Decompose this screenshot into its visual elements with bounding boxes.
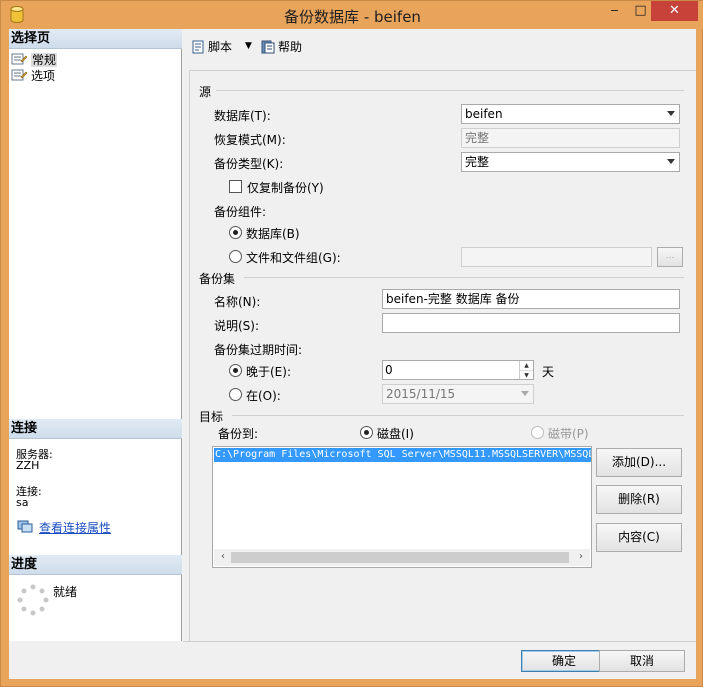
backup-to-disk-label: 磁盘(I) — [377, 427, 414, 441]
backup-set-group-divider — [244, 277, 684, 278]
component-files-radio[interactable] — [229, 250, 242, 263]
backup-name-field[interactable]: beifen-完整 数据库 备份 — [382, 289, 680, 309]
database-value: beifen — [465, 107, 503, 121]
copy-only-label: 仅复制备份(Y) — [247, 181, 324, 195]
component-files-label: 文件和文件组(G): — [246, 251, 341, 265]
help-button[interactable]: 帮助 — [261, 38, 302, 55]
close-button[interactable]: ✕ — [651, 1, 698, 21]
horizontal-scrollbar[interactable]: ‹ › — [214, 549, 590, 566]
calendar-dropdown-icon — [519, 389, 531, 399]
recovery-model-label: 恢复模式(M): — [214, 133, 286, 147]
page-item-general[interactable]: 常规 — [11, 52, 58, 68]
scroll-left-icon[interactable]: ‹ — [216, 551, 230, 562]
backup-to-label: 备份到: — [218, 427, 259, 441]
script-label: 脚本 — [208, 40, 233, 54]
stepper-up-icon[interactable]: ▲ — [519, 361, 533, 370]
expire-label: 备份集过期时间: — [214, 343, 303, 357]
expire-date-picker: 2015/11/15 — [382, 384, 534, 404]
expire-days-value: 0 — [385, 363, 393, 377]
general-page-panel: 源 数据库(T): beifen 恢复模式(M): 完整 备份类型(K): 完整… — [189, 70, 696, 641]
destination-group-title: 目标 — [199, 410, 224, 424]
component-database-label: 数据库(B) — [246, 227, 300, 241]
view-connection-properties-link[interactable]: 查看连接属性 — [39, 519, 111, 536]
database-select[interactable]: beifen — [461, 104, 680, 124]
scrollbar-thumb[interactable] — [231, 552, 569, 563]
filegroups-browse-button[interactable]: ... — [657, 247, 683, 267]
script-dropdown-arrow[interactable]: ▼ — [245, 41, 252, 51]
page-item-label: 选项 — [31, 69, 56, 83]
chevron-down-icon — [665, 157, 677, 167]
toolbar: 脚本 ▼ 帮助 — [183, 29, 696, 63]
recovery-model-field: 完整 — [461, 128, 680, 148]
backup-to-tape-label: 磁带(P) — [548, 427, 589, 441]
script-button[interactable]: 脚本 — [191, 38, 232, 55]
ok-button[interactable]: 确定 — [521, 650, 607, 672]
backup-set-group-title: 备份集 — [199, 272, 236, 286]
chevron-down-icon — [665, 109, 677, 119]
progress-spinner-icon — [17, 584, 49, 616]
expire-on-label: 在(O): — [246, 389, 281, 403]
page-item-options[interactable]: 选项 — [11, 68, 55, 84]
title-bar[interactable]: 备份数据库 - beifen ‒ □ ✕ — [1, 1, 703, 29]
connection-value: sa — [16, 496, 29, 509]
cancel-button[interactable]: 取消 — [599, 650, 685, 672]
expire-days-stepper[interactable]: 0 ▲ ▼ — [382, 360, 534, 380]
expire-days-unit: 天 — [542, 365, 555, 379]
page-item-label: 常规 — [31, 53, 58, 67]
progress-header: 进度 — [9, 555, 182, 575]
expire-on-radio[interactable] — [229, 388, 242, 401]
backup-to-tape-radio — [531, 426, 544, 439]
script-icon — [192, 40, 204, 54]
dialog-client: 选择页 常规 选项 连接 服务器: ZZH 连接: sa 查看连接属性 进度 就… — [9, 29, 696, 679]
add-destination-button[interactable]: 添加(D)... — [596, 448, 682, 477]
expire-date-value: 2015/11/15 — [386, 387, 456, 401]
description-field[interactable] — [382, 313, 680, 333]
footer-divider — [183, 641, 696, 642]
copy-only-checkbox[interactable] — [229, 180, 242, 193]
backup-component-label: 备份组件: — [214, 205, 267, 219]
connection-properties-icon — [17, 520, 33, 533]
contents-button[interactable]: 内容(C) — [596, 523, 682, 552]
backup-name-label: 名称(N): — [214, 295, 261, 309]
source-group-divider — [216, 90, 684, 91]
destination-group-divider — [232, 415, 684, 416]
maximize-button[interactable]: □ — [627, 1, 654, 21]
component-database-radio[interactable] — [229, 226, 242, 239]
backup-type-value: 完整 — [465, 155, 490, 169]
expire-after-label: 晚于(E): — [246, 365, 291, 379]
filegroups-field — [461, 247, 652, 267]
backup-type-label: 备份类型(K): — [214, 157, 284, 171]
scroll-right-icon[interactable]: › — [574, 551, 588, 562]
backup-to-disk-radio[interactable] — [360, 426, 373, 439]
stepper-down-icon[interactable]: ▼ — [519, 370, 533, 379]
source-group-title: 源 — [199, 85, 212, 99]
left-pane: 选择页 常规 选项 连接 服务器: ZZH 连接: sa 查看连接属性 进度 就… — [9, 29, 182, 641]
page-icon — [11, 69, 27, 81]
backup-database-window: 备份数据库 - beifen ‒ □ ✕ 选择页 常规 选项 连接 服务器: Z… — [0, 0, 703, 687]
server-value: ZZH — [16, 459, 40, 472]
description-label: 说明(S): — [214, 319, 260, 333]
help-icon — [261, 40, 275, 54]
minimize-button[interactable]: ‒ — [601, 1, 628, 21]
connection-header: 连接 — [9, 419, 182, 439]
remove-destination-button[interactable]: 删除(R) — [596, 485, 682, 514]
destination-list[interactable]: C:\Program Files\Microsoft SQL Server\MS… — [212, 446, 592, 568]
backup-type-select[interactable]: 完整 — [461, 152, 680, 172]
destination-path-row[interactable]: C:\Program Files\Microsoft SQL Server\MS… — [214, 448, 591, 462]
expire-after-radio[interactable] — [229, 364, 242, 377]
page-icon — [11, 53, 27, 65]
database-label: 数据库(T): — [214, 109, 271, 123]
progress-status: 就绪 — [53, 585, 78, 599]
select-page-header: 选择页 — [9, 29, 182, 49]
help-label: 帮助 — [278, 40, 303, 54]
window-title: 备份数据库 - beifen — [284, 8, 421, 26]
